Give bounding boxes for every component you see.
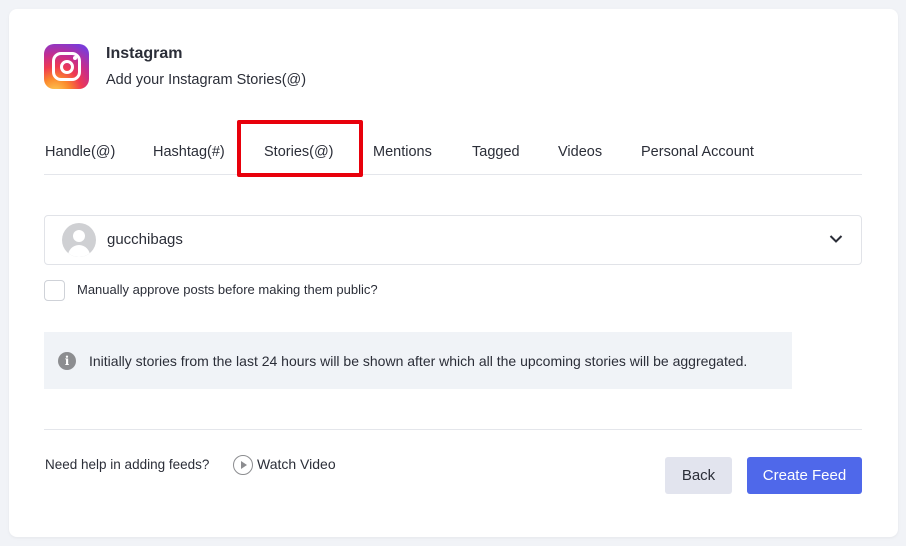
- watch-video-link[interactable]: Watch Video: [233, 453, 336, 475]
- approve-posts-checkbox[interactable]: [44, 280, 65, 301]
- chevron-down-icon[interactable]: [829, 232, 843, 246]
- back-button[interactable]: Back: [665, 457, 732, 494]
- account-select[interactable]: gucchibags: [44, 215, 862, 265]
- play-circle-icon: [233, 455, 253, 475]
- page-title: Instagram: [106, 45, 183, 62]
- tab-tagged[interactable]: Tagged: [472, 144, 520, 160]
- instagram-logo-icon: [44, 44, 89, 89]
- avatar: [62, 223, 96, 257]
- notice-text: Initially stories from the last 24 hours…: [89, 353, 748, 369]
- tab-personal-account[interactable]: Personal Account: [641, 144, 754, 160]
- watch-video-label: Watch Video: [257, 456, 336, 472]
- tab-hashtag[interactable]: Hashtag(#): [153, 144, 225, 160]
- tab-mentions[interactable]: Mentions: [373, 144, 432, 160]
- feed-type-tabs: Handle(@) Hashtag(#) Stories(@) Mentions…: [44, 138, 862, 175]
- create-feed-button[interactable]: Create Feed: [747, 457, 862, 494]
- page-subtitle: Add your Instagram Stories(@): [106, 72, 307, 88]
- info-notice: i Initially stories from the last 24 hou…: [44, 332, 792, 389]
- account-select-value: gucchibags: [107, 231, 183, 248]
- approve-posts-label: Manually approve posts before making the…: [77, 282, 378, 297]
- help-text: Need help in adding feeds?: [45, 457, 210, 472]
- active-tab-highlight: [237, 120, 363, 177]
- footer-divider: [44, 429, 862, 430]
- tab-videos[interactable]: Videos: [558, 144, 602, 160]
- tab-handle[interactable]: Handle(@): [45, 144, 115, 160]
- info-icon: i: [58, 352, 76, 370]
